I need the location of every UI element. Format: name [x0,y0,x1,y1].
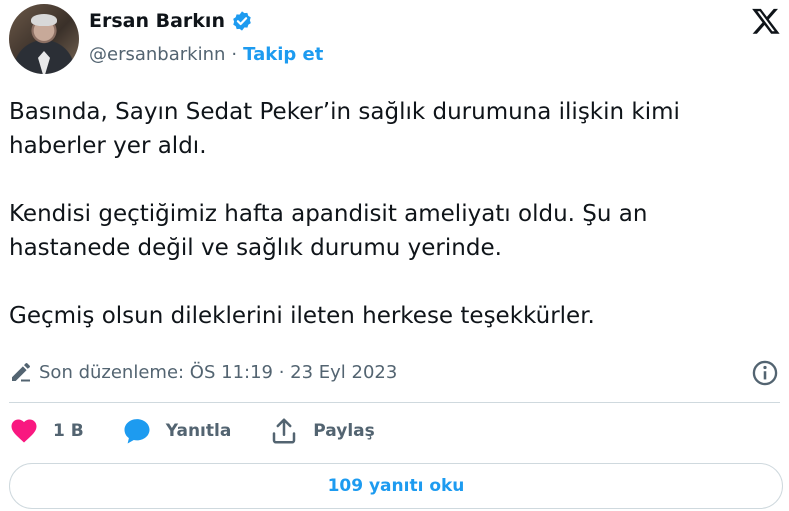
pencil-icon [12,363,30,382]
author-handle[interactable]: @ersanbarkinn [89,44,225,65]
edited-timestamp[interactable]: Son düzenleme: ÖS 11:19 · 23 Eyl 2023 [9,360,397,384]
avatar-shirt [38,51,50,74]
x-logo-icon[interactable] [750,6,782,36]
tweet-line: Kendisi geçtiğimiz hafta apandisit ameli… [9,201,648,227]
like-button[interactable]: 1 B [9,416,84,446]
action-bar: 1 B Yanıtla Paylaş [9,416,413,446]
author-name-row: Ersan Barkın [89,10,253,32]
speech-bubble-icon [124,419,150,444]
like-count: 1 B [53,421,84,441]
edited-text: Son düzenleme: ÖS 11:19 · 23 Eyl 2023 [39,361,398,383]
author-avatar[interactable] [9,4,79,74]
tweet-line: Geçmiş olsun dileklerini ileten herkese … [9,303,595,329]
author-name[interactable]: Ersan Barkın [89,10,225,32]
read-replies-button[interactable]: 109 yanıtı oku [9,463,783,509]
handle-row: @ersanbarkinn · Takip et [89,44,323,65]
divider [9,402,780,403]
tweet-line: hastanede değil ve sağlık durumu yerinde… [9,235,502,261]
separator-dot: · [231,44,238,65]
tweet-text: Basında, Sayın Sedat Peker’in sağlık dur… [9,95,779,333]
share-label: Paylaş [313,421,375,441]
reply-label: Yanıtla [165,421,232,441]
share-upload-icon [273,418,296,444]
reply-button[interactable]: Yanıtla [122,416,232,446]
verified-badge-icon [233,11,251,31]
share-button[interactable]: Paylaş [269,416,375,446]
tweet-line: haberler yer aldı. [9,133,207,159]
info-icon[interactable] [751,359,779,387]
read-replies-label: 109 yanıtı oku [327,476,465,496]
follow-button[interactable]: Takip et [243,44,323,65]
heart-icon [11,419,37,443]
tweet-line: Basında, Sayın Sedat Peker’in sağlık dur… [9,99,680,125]
avatar-hair [31,14,57,26]
